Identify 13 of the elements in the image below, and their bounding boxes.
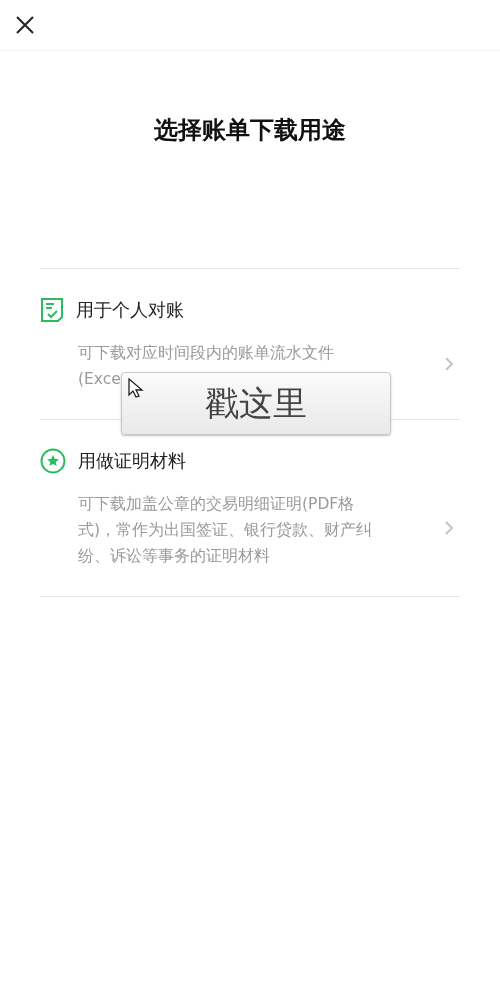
option-description: 可下载加盖公章的交易明细证明(PDF格 <box>78 494 355 515</box>
option-description: 可下载对应时间段内的账单流水文件 <box>78 343 334 364</box>
chevron-icon <box>444 520 454 536</box>
chevron-icon <box>444 356 454 372</box>
option-description: 纷、诉讼等事务的证明材料 <box>78 546 270 567</box>
option-title: 用于个人对账 <box>76 298 184 322</box>
close-button[interactable] <box>14 14 36 36</box>
checklist-icon <box>40 297 64 323</box>
hint-tooltip: 戳这里 <box>121 372 391 435</box>
option-description: 式)，常作为出国签证、银行贷款、财产纠 <box>78 520 373 541</box>
option-title: 用做证明材料 <box>78 449 186 473</box>
option-description: (Exce <box>78 369 121 390</box>
page-title: 选择账单下载用途 <box>153 115 347 146</box>
